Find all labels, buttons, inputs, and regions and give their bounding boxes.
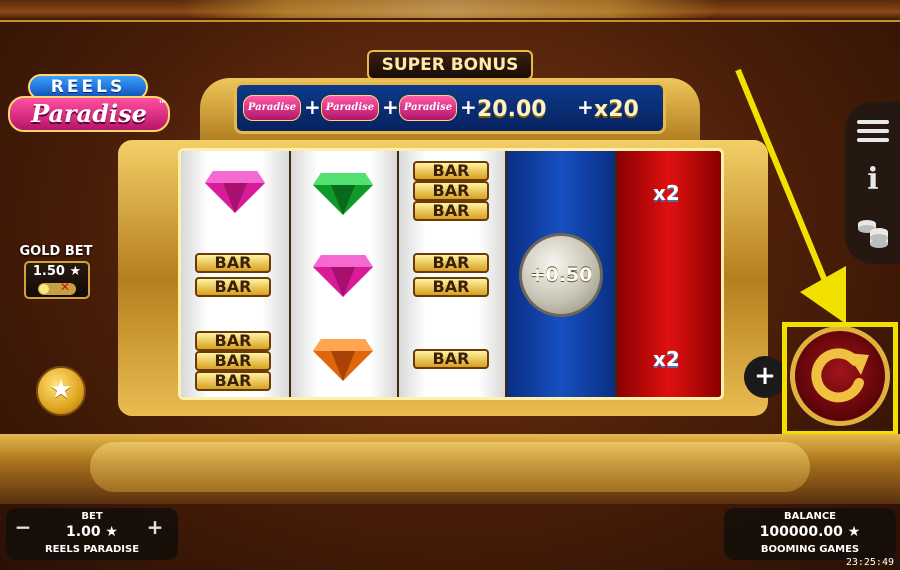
bar-symbol: BAR	[413, 201, 489, 221]
logo-trademark: ™	[158, 100, 167, 110]
bar-symbol: BAR	[195, 371, 271, 391]
bet-increase-button[interactable]: +	[144, 516, 166, 538]
sb-multiplier: x20	[594, 97, 639, 122]
coin-symbol: +0.50	[519, 233, 603, 317]
clock: 23:25:49	[845, 557, 894, 568]
sb-plus-3: +	[460, 95, 477, 119]
top-ornament	[180, 0, 720, 18]
bar-symbol: BAR	[195, 253, 271, 273]
gold-bet: GOLD BET 1.50 ★ ✕	[14, 244, 98, 302]
bar-symbol: BAR	[413, 349, 489, 369]
balance-value: 100000.00 ★	[759, 524, 861, 540]
pink-gem-icon	[205, 171, 265, 213]
orange-gem-icon	[313, 339, 373, 381]
gold-bet-toggle[interactable]: ✕	[38, 280, 76, 295]
menu-icon[interactable]	[857, 120, 889, 142]
sb-plus-1: +	[304, 95, 321, 119]
balance-label: BALANCE	[783, 511, 836, 522]
toggle-knob	[39, 284, 49, 294]
pink-gem-icon	[313, 255, 373, 297]
coins-icon[interactable]	[855, 214, 891, 248]
reel-2	[291, 151, 397, 397]
bar-symbol: BAR	[413, 253, 489, 273]
bet-decrease-button[interactable]: −	[12, 516, 34, 538]
gold-bet-label: GOLD BET	[19, 244, 93, 259]
bar-symbol: BAR	[413, 161, 489, 181]
toggle-off-icon: ✕	[60, 280, 71, 294]
bar-symbol: BAR	[195, 331, 271, 351]
logo-paradise-text: Paradise	[8, 96, 170, 132]
gold-bet-value: 1.50 ★	[32, 264, 82, 279]
reel-3: BAR BAR BAR BAR BAR BAR	[399, 151, 505, 397]
bar-symbol: BAR	[413, 181, 489, 201]
balance-panel: BALANCE 100000.00 ★ BOOMING GAMES	[724, 508, 896, 560]
gold-bet-box[interactable]: 1.50 ★ ✕	[24, 261, 90, 299]
multiplier-symbol: x2	[653, 347, 680, 371]
sb-logo-2: Paradise	[321, 95, 379, 121]
game-logo: REELS Paradise ™	[8, 74, 170, 136]
reel-4-bonus: +0.50	[507, 151, 615, 397]
sb-amount: 20.00	[477, 97, 547, 122]
info-icon[interactable]: i	[861, 164, 885, 196]
provider-name: BOOMING GAMES	[760, 544, 860, 555]
pointer-arrow-icon	[735, 68, 846, 324]
multiplier-symbol: x2	[653, 181, 680, 205]
sb-plus-2: +	[382, 95, 399, 119]
bar-symbol: BAR	[195, 277, 271, 297]
bar-symbol: BAR	[413, 277, 489, 297]
sb-logo-3: Paradise	[399, 95, 457, 121]
bet-panel: BET 1.00 ★ REELS PARADISE − +	[6, 508, 178, 560]
star-button[interactable]: ★	[36, 366, 86, 416]
sb-plus-4: +	[577, 95, 594, 119]
reel-1: BAR BAR BAR BAR BAR	[181, 151, 289, 397]
game-name: REELS PARADISE	[44, 544, 140, 555]
bottom-ornament	[90, 442, 810, 492]
green-gem-icon	[313, 173, 373, 215]
super-bonus-label: SUPER BONUS	[367, 50, 533, 80]
bar-symbol: BAR	[195, 351, 271, 371]
reel-window: BAR BAR BAR BAR BAR BAR BAR BAR BAR BAR …	[178, 148, 724, 400]
spin-highlight-box	[782, 322, 898, 436]
sb-logo-1: Paradise	[243, 95, 301, 121]
autoplay-plus-button[interactable]: +	[744, 356, 786, 398]
reel-5-multiplier: x2 x2	[617, 151, 721, 397]
super-bonus-panel: Paradise + Paradise + Paradise + 20.00 +…	[234, 82, 666, 134]
